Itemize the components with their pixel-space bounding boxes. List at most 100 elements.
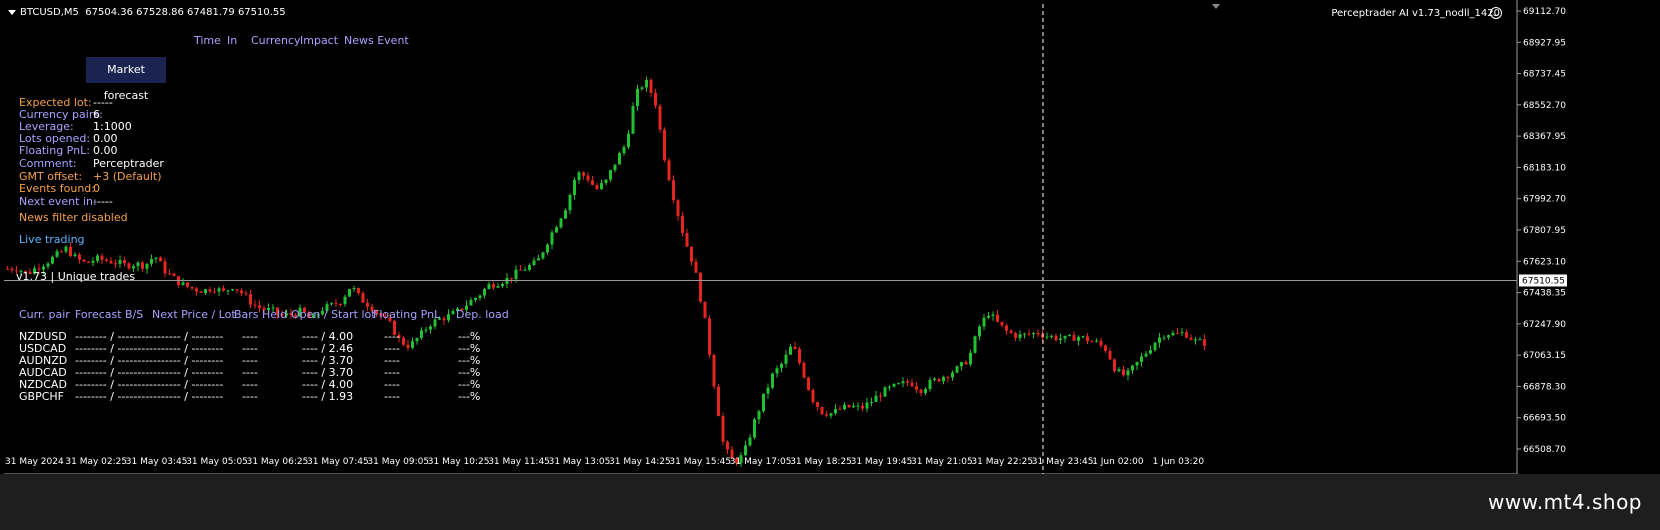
time-axis-label: 31 May 02:25	[65, 457, 127, 467]
smiley-icon[interactable]	[1490, 7, 1502, 19]
symbol-name[interactable]: BTCUSD,M5	[20, 7, 79, 18]
candle-bear	[1099, 340, 1103, 346]
candle-bull	[789, 346, 792, 355]
candle-bull	[892, 383, 896, 387]
candle-bull	[978, 326, 981, 337]
candle-bull	[118, 260, 122, 264]
symbol-header: BTCUSD,M5 67504.36 67528.86 67481.79 675…	[8, 6, 286, 19]
candle-bull	[550, 232, 554, 245]
candle-bull	[154, 257, 158, 259]
candle-bear	[208, 289, 212, 292]
table-cell: ----	[384, 390, 400, 403]
candle-bull	[469, 299, 473, 306]
candle-bear	[807, 377, 810, 390]
candle-bull	[451, 311, 455, 315]
candle-bull	[1095, 340, 1098, 342]
candle-bull	[51, 256, 54, 264]
candle-bear	[1189, 337, 1193, 340]
candle-bull	[1131, 365, 1134, 371]
candle-bull	[942, 376, 945, 382]
candle-bull	[546, 244, 549, 253]
table-header-forecast: Forecast B/S	[75, 308, 144, 321]
candle-bull	[420, 330, 423, 339]
candle-bull	[645, 79, 648, 88]
candle-bull	[987, 315, 990, 318]
candle-bull	[933, 378, 936, 381]
candle-bear	[825, 414, 828, 416]
info-value-next-event: -----	[93, 195, 113, 208]
candle-bear	[69, 246, 72, 257]
candle-bull	[55, 251, 59, 257]
candle-bull	[762, 393, 765, 412]
price-chart[interactable]: 69112.70 68927.95 68737.45 68552.70 68367.95…	[0, 0, 1660, 530]
candle-bear	[879, 395, 882, 397]
candle-bear	[442, 318, 446, 321]
table-cell: -------- / --------	[75, 390, 150, 403]
candle-bear	[1072, 335, 1076, 341]
candle-bear	[1000, 321, 1004, 326]
candle-bear	[694, 261, 698, 273]
candle-bear	[685, 232, 689, 247]
news-col-time: Time	[194, 34, 221, 47]
time-axis-label: 1 Jun 03:20	[1153, 457, 1205, 467]
candle-bear	[1104, 345, 1107, 351]
candle-bull	[780, 363, 783, 369]
table-header-dep-load: Dep. load	[456, 308, 509, 321]
candle-bull	[1059, 338, 1062, 341]
candle-bull	[901, 381, 905, 384]
dropdown-triangle-icon[interactable]	[8, 9, 16, 15]
market-forecast-button[interactable]: Market forecast	[86, 57, 166, 102]
candle-bear	[163, 261, 167, 274]
candle-bear	[1036, 332, 1040, 335]
candle-bear	[82, 259, 86, 262]
candle-bull	[1050, 335, 1053, 337]
candle-bear	[195, 288, 198, 292]
candle-bull	[744, 445, 747, 456]
candle-bull	[145, 263, 149, 269]
candle-bull	[343, 296, 347, 305]
candle-bull	[969, 352, 972, 365]
candle-bear	[676, 200, 680, 216]
time-axis-label: 31 May 11:45	[488, 457, 550, 467]
candle-bull	[537, 258, 540, 261]
candle-bull	[564, 210, 567, 219]
candle-bear	[811, 389, 815, 403]
candle-bull	[132, 266, 135, 269]
candle-bull	[96, 255, 99, 261]
live-trading-status: Live trading	[19, 233, 85, 246]
candle-bear	[708, 318, 711, 355]
candle-bear	[847, 404, 851, 408]
candle-bear	[820, 407, 824, 415]
candle-bull	[897, 383, 900, 385]
candle-bear	[1086, 336, 1089, 342]
info-label-floating-pnl: Floating PnL:	[19, 144, 90, 157]
candle-bear	[816, 402, 819, 408]
candle-bear	[861, 405, 864, 409]
chart-shift-marker-icon[interactable]	[1212, 4, 1220, 9]
candle-bull	[474, 298, 477, 300]
price-axis-label: 69112.70	[1523, 7, 1566, 17]
candle-bull	[1081, 336, 1085, 338]
candle-bear	[510, 277, 513, 279]
candle-bull	[429, 326, 432, 330]
time-axis-label: 1 Jun 02:00	[1092, 457, 1144, 467]
candle-bear	[672, 180, 675, 201]
candle-bull	[46, 263, 50, 267]
candle-bear	[6, 268, 9, 270]
candle-bull	[982, 317, 986, 327]
expert-advisor-name[interactable]: Perceptrader AI v1.73_nodll_1420	[1331, 7, 1500, 20]
candle-bull	[330, 303, 333, 305]
candle-bear	[654, 92, 657, 106]
candle-bear	[690, 246, 693, 262]
time-axis-label: 31 May 19:45	[851, 457, 913, 467]
candle-bull	[627, 133, 630, 148]
candle-bear	[667, 160, 671, 181]
candle-bull	[1135, 361, 1139, 366]
time-axis-label: 31 May 21:05	[911, 457, 973, 467]
candle-bear	[240, 290, 243, 294]
candle-bear	[87, 261, 90, 263]
candle-bull	[1167, 335, 1170, 338]
candle-bear	[334, 303, 338, 305]
news-col-currency: Currency	[251, 34, 301, 47]
ohlc-values: 67504.36 67528.86 67481.79 67510.55	[85, 7, 286, 18]
